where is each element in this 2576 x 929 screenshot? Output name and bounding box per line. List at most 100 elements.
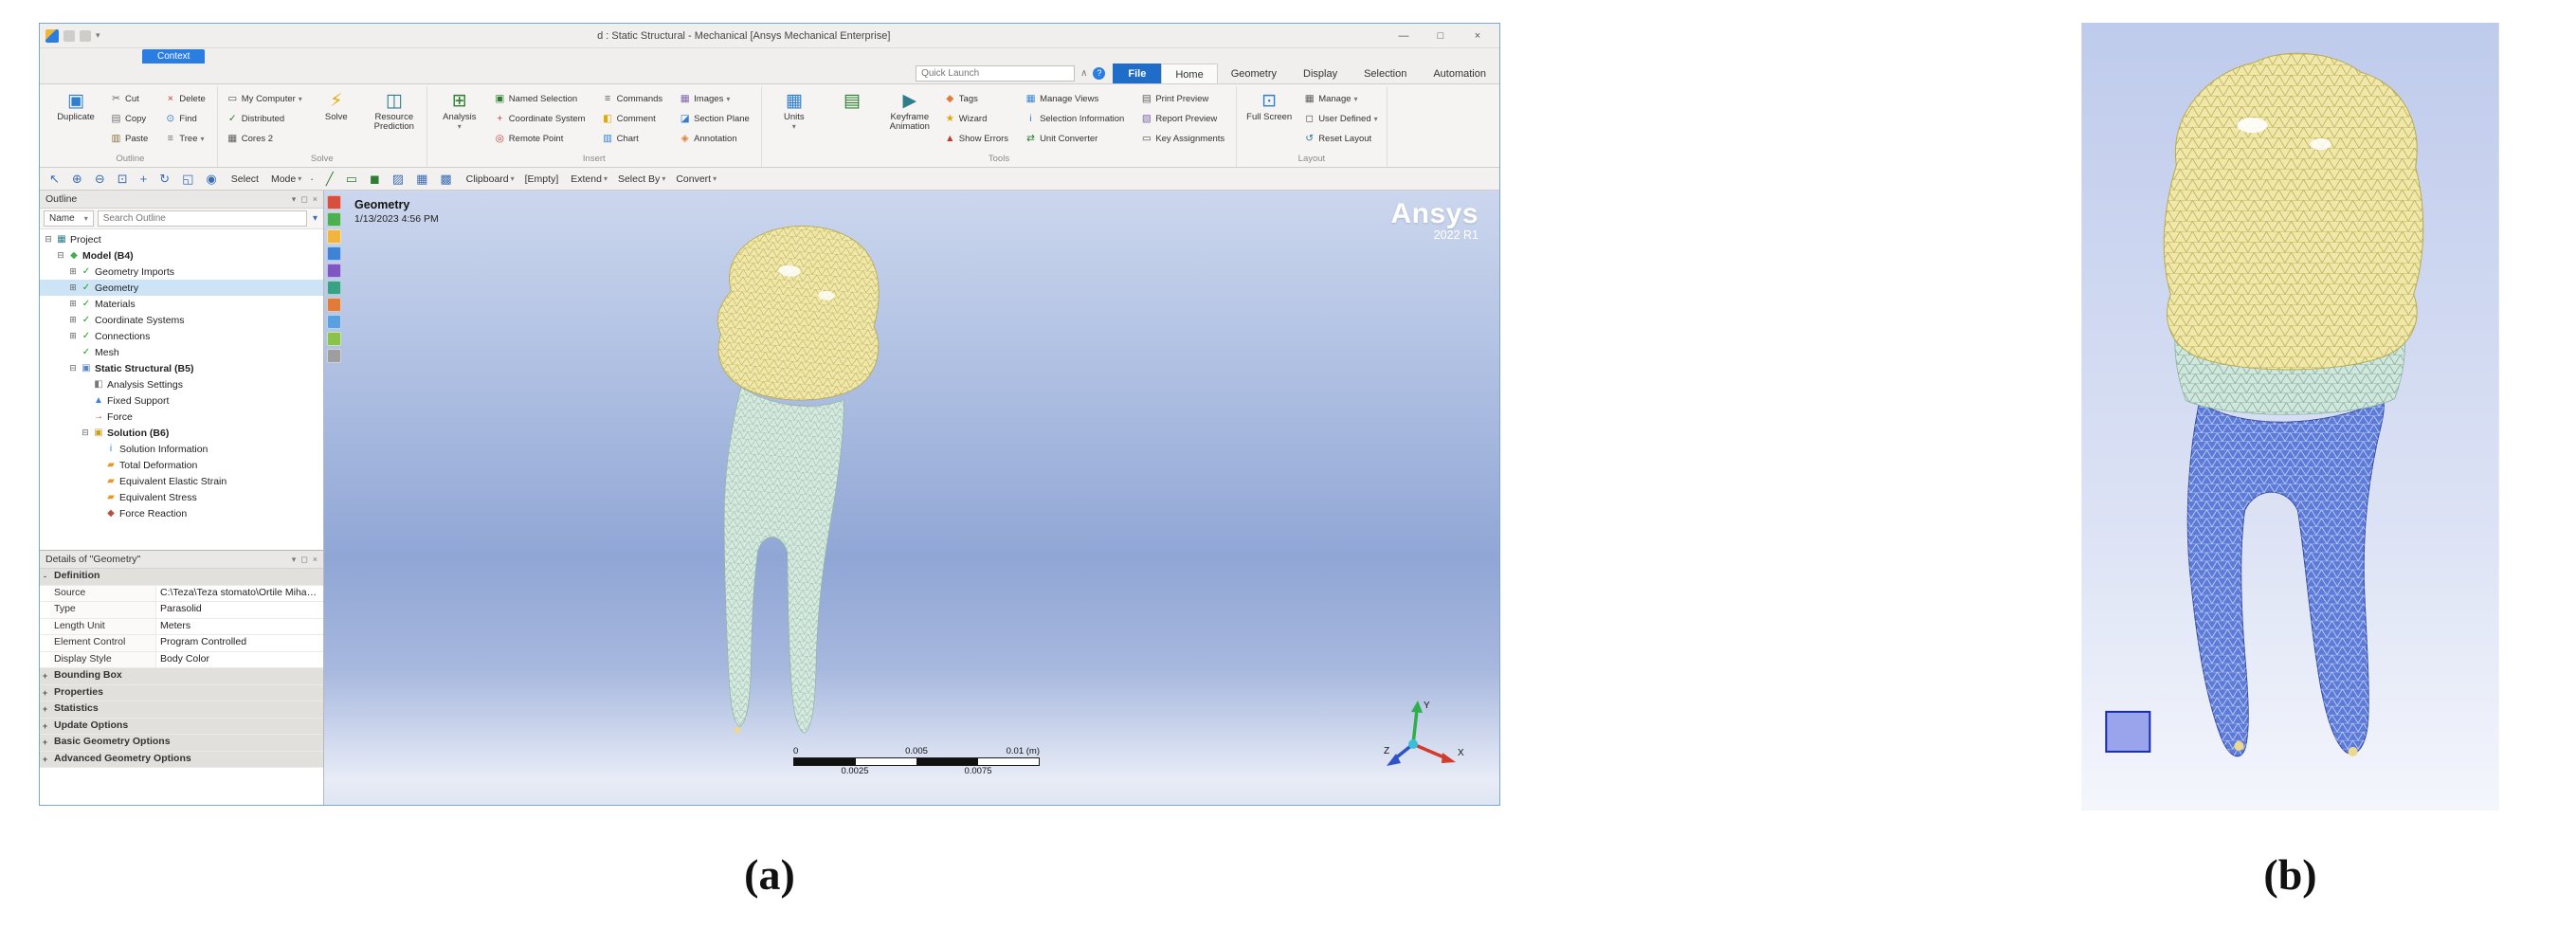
side-tool-icon[interactable] (327, 349, 341, 363)
tree-item[interactable]: ⊞ ✓ Coordinate Systems (40, 312, 323, 328)
comment-button[interactable]: ◧ Comment (600, 109, 668, 128)
side-tool-icon[interactable] (327, 229, 341, 244)
copy-button[interactable]: ▤ Copy (108, 109, 153, 128)
pan-icon[interactable]: + (136, 170, 155, 189)
details-row[interactable]: - Definition (40, 569, 323, 586)
save-icon[interactable] (63, 30, 75, 42)
geometry-viewport[interactable]: Geometry 1/13/2023 4:56 PM Ansys 2022 R1 (324, 191, 1499, 805)
section-expander-icon[interactable]: - (40, 569, 50, 585)
cores-field[interactable]: ▦ Cores 2 (225, 129, 304, 148)
details-row[interactable]: Display Style Body Color (40, 652, 323, 669)
worksheet-button[interactable]: ▤ (826, 89, 878, 115)
tree-item[interactable]: ⊞ ✓ Geometry (40, 280, 323, 296)
details-row[interactable]: + Bounding Box (40, 668, 323, 685)
show-errors-button[interactable]: ▲ Show Errors (942, 129, 1013, 148)
details-row[interactable]: + Statistics (40, 701, 323, 719)
convert-dropdown[interactable]: Convert ▾ (670, 170, 720, 189)
expander-icon[interactable]: ⊞ (68, 266, 78, 277)
key-assignments-button[interactable]: ▭ Key Assignments (1138, 129, 1229, 148)
tree-item[interactable]: ✓ Mesh (40, 344, 323, 360)
undo-icon[interactable] (80, 30, 91, 42)
coordinate-system-button[interactable]: + Coordinate System (492, 109, 590, 128)
details-row[interactable]: + Properties (40, 685, 323, 702)
filter-options-icon[interactable]: ▾ (311, 213, 319, 224)
clipboard-empty-label[interactable]: [Empty] (519, 170, 565, 189)
tab-display[interactable]: Display (1290, 64, 1351, 83)
solve-target-dropdown[interactable]: ▭ My Computer ▾ (225, 89, 304, 108)
units-button[interactable]: ▦ Units ▾ (769, 89, 820, 132)
tree-item[interactable]: → Force (40, 409, 323, 425)
tab-automation[interactable]: Automation (1420, 64, 1499, 83)
clipboard-dropdown[interactable]: Clipboard ▾ (461, 170, 518, 189)
chart-button[interactable]: ▥ Chart (600, 129, 668, 148)
name-filter-dropdown[interactable]: Name ▾ (44, 210, 94, 227)
tree-item[interactable]: ⊞ ✓ Connections (40, 328, 323, 344)
side-tool-icon[interactable] (327, 212, 341, 227)
details-row[interactable]: + Basic Geometry Options (40, 735, 323, 752)
selected-element-marker[interactable] (2106, 712, 2150, 752)
delete-button[interactable]: × Delete (162, 89, 209, 108)
tags-button[interactable]: ◆ Tags (942, 89, 1013, 108)
side-tool-icon[interactable] (327, 195, 341, 209)
tab-geometry[interactable]: Geometry (1218, 64, 1290, 83)
selection-information-button[interactable]: i Selection Information (1023, 109, 1129, 128)
tab-file[interactable]: File (1113, 64, 1161, 83)
help-icon[interactable]: ? (1093, 67, 1105, 80)
tree-item[interactable]: ▰ Equivalent Stress (40, 489, 323, 505)
tree-item[interactable]: ▲ Fixed Support (40, 392, 323, 409)
select-vertex-icon[interactable]: ∙ (306, 170, 321, 189)
wireframe-icon[interactable]: ▦ (412, 170, 435, 189)
tab-selection[interactable]: Selection (1351, 64, 1420, 83)
wizard-button[interactable]: ★ Wizard (942, 109, 1013, 128)
tooth-model[interactable] (637, 213, 912, 782)
minimize-button[interactable]: — (1388, 25, 1420, 47)
tree-item[interactable]: ⊟ ▣ Solution (B6) (40, 425, 323, 441)
details-row[interactable]: Length Unit Meters (40, 619, 323, 636)
paste-button[interactable]: ▥ Paste (108, 129, 153, 148)
tree-dropdown[interactable]: ≡ Tree ▾ (162, 129, 209, 148)
tree-item[interactable]: ▰ Total Deformation (40, 457, 323, 473)
expander-icon[interactable]: ⊟ (56, 250, 65, 261)
analysis-button[interactable]: ⊞ Analysis ▾ (434, 89, 485, 132)
select-by-dropdown[interactable]: Select By ▾ (612, 170, 669, 189)
search-outline-input[interactable] (98, 210, 307, 227)
details-row[interactable]: + Advanced Geometry Options (40, 752, 323, 769)
extend-dropdown[interactable]: Extend ▾ (565, 170, 611, 189)
print-preview-button[interactable]: ▤ Print Preview (1138, 89, 1229, 108)
unit-converter-button[interactable]: ⇄ Unit Converter (1023, 129, 1129, 148)
panel-dropdown-icon[interactable]: ▾ (292, 555, 297, 565)
panel-pin-icon[interactable]: ◻ (300, 555, 307, 565)
reset-layout-button[interactable]: ↺ Reset Layout (1301, 129, 1379, 148)
keyframe-animation-button[interactable]: ▶ Keyframe Animation (884, 89, 935, 134)
section-expander-icon[interactable]: + (40, 752, 50, 768)
tooth-roots[interactable] (709, 387, 845, 735)
section-expander-icon[interactable]: + (40, 668, 50, 684)
maximize-button[interactable]: □ (1424, 25, 1457, 47)
user-defined-dropdown[interactable]: ◻ User Defined ▾ (1301, 109, 1379, 128)
details-row[interactable]: + Update Options (40, 719, 323, 736)
orientation-triad[interactable]: Y X Z (1382, 697, 1469, 778)
close-button[interactable]: × (1461, 25, 1494, 47)
duplicate-button[interactable]: ▣ Duplicate (50, 89, 101, 124)
section-expander-icon[interactable] (40, 635, 50, 651)
side-tool-icon[interactable] (327, 298, 341, 312)
cut-button[interactable]: ✂ Cut (108, 89, 153, 108)
side-tool-icon[interactable] (327, 315, 341, 329)
section-expander-icon[interactable] (40, 619, 50, 635)
named-selection-button[interactable]: ▣ Named Selection (492, 89, 590, 108)
panel-close-icon[interactable]: × (313, 555, 317, 564)
show-mesh-icon[interactable]: ▩ (436, 170, 459, 189)
tree-item[interactable]: ⊞ ✓ Materials (40, 296, 323, 312)
tree-item[interactable]: ⊟ ◆ Model (B4) (40, 247, 323, 264)
section-plane-button[interactable]: ◪ Section Plane (677, 109, 754, 128)
tree-item[interactable]: ▰ Equivalent Elastic Strain (40, 473, 323, 489)
tree-item[interactable]: i Solution Information (40, 441, 323, 457)
manage-views-button[interactable]: ▦ Manage Views (1023, 89, 1129, 108)
find-button[interactable]: ⊙ Find (162, 109, 209, 128)
annotation-button[interactable]: ◈ Annotation (677, 129, 754, 148)
resource-prediction-button[interactable]: ◫ Resource Prediction (369, 89, 420, 134)
tree-item[interactable]: ⊟ ▣ Static Structural (B5) (40, 360, 323, 376)
zoom-in-icon[interactable]: ⊕ (68, 170, 90, 189)
manage-dropdown[interactable]: ▦ Manage ▾ (1301, 89, 1379, 108)
expander-icon[interactable]: ⊞ (68, 315, 78, 325)
